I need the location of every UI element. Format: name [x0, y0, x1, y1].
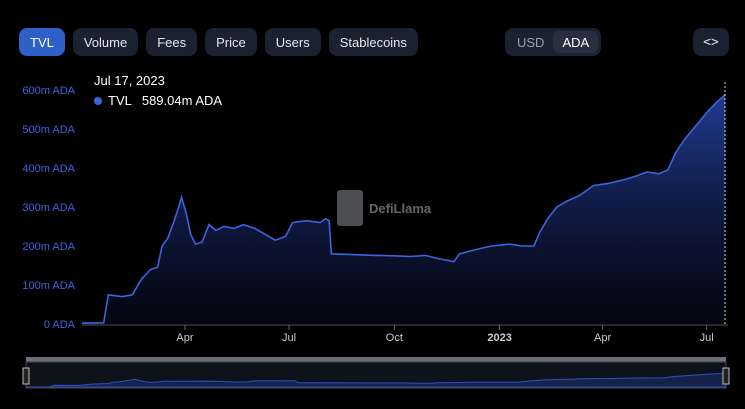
y-tick-label: 300m ADA [22, 202, 75, 214]
x-tick-label: 2023 [487, 332, 511, 344]
brush-right-handle[interactable] [722, 367, 730, 385]
watermark-text: DefiLlama [369, 200, 432, 216]
tooltip-row: TVL 589.04m ADA [94, 93, 222, 108]
y-tick-label: 200m ADA [22, 241, 75, 253]
x-tick-label: Jul [700, 332, 714, 344]
y-tick-label: 0 ADA [44, 319, 76, 331]
y-tick-label: 600m ADA [22, 85, 75, 97]
x-tick-label: Apr [594, 332, 611, 344]
watermark: DefiLlama [337, 190, 431, 226]
range-brush[interactable] [22, 357, 730, 389]
brush-left-handle[interactable] [22, 367, 30, 385]
tooltip-series: TVL [108, 93, 132, 108]
brush-handle-bar[interactable] [26, 357, 726, 362]
x-tick-label: Apr [176, 332, 193, 344]
tooltip-value: 589.04m ADA [141, 93, 223, 108]
y-tick-label: 500m ADA [22, 124, 75, 136]
y-tick-label: 100m ADA [22, 280, 75, 292]
y-tick-label: 400m ADA [22, 163, 75, 175]
series-dot-icon [94, 96, 102, 105]
x-tick-label: Jul [282, 332, 296, 344]
x-tick-label: Oct [386, 332, 403, 344]
tooltip-date: Jul 17, 2023 [94, 73, 165, 88]
llama-logo-icon [337, 190, 363, 226]
